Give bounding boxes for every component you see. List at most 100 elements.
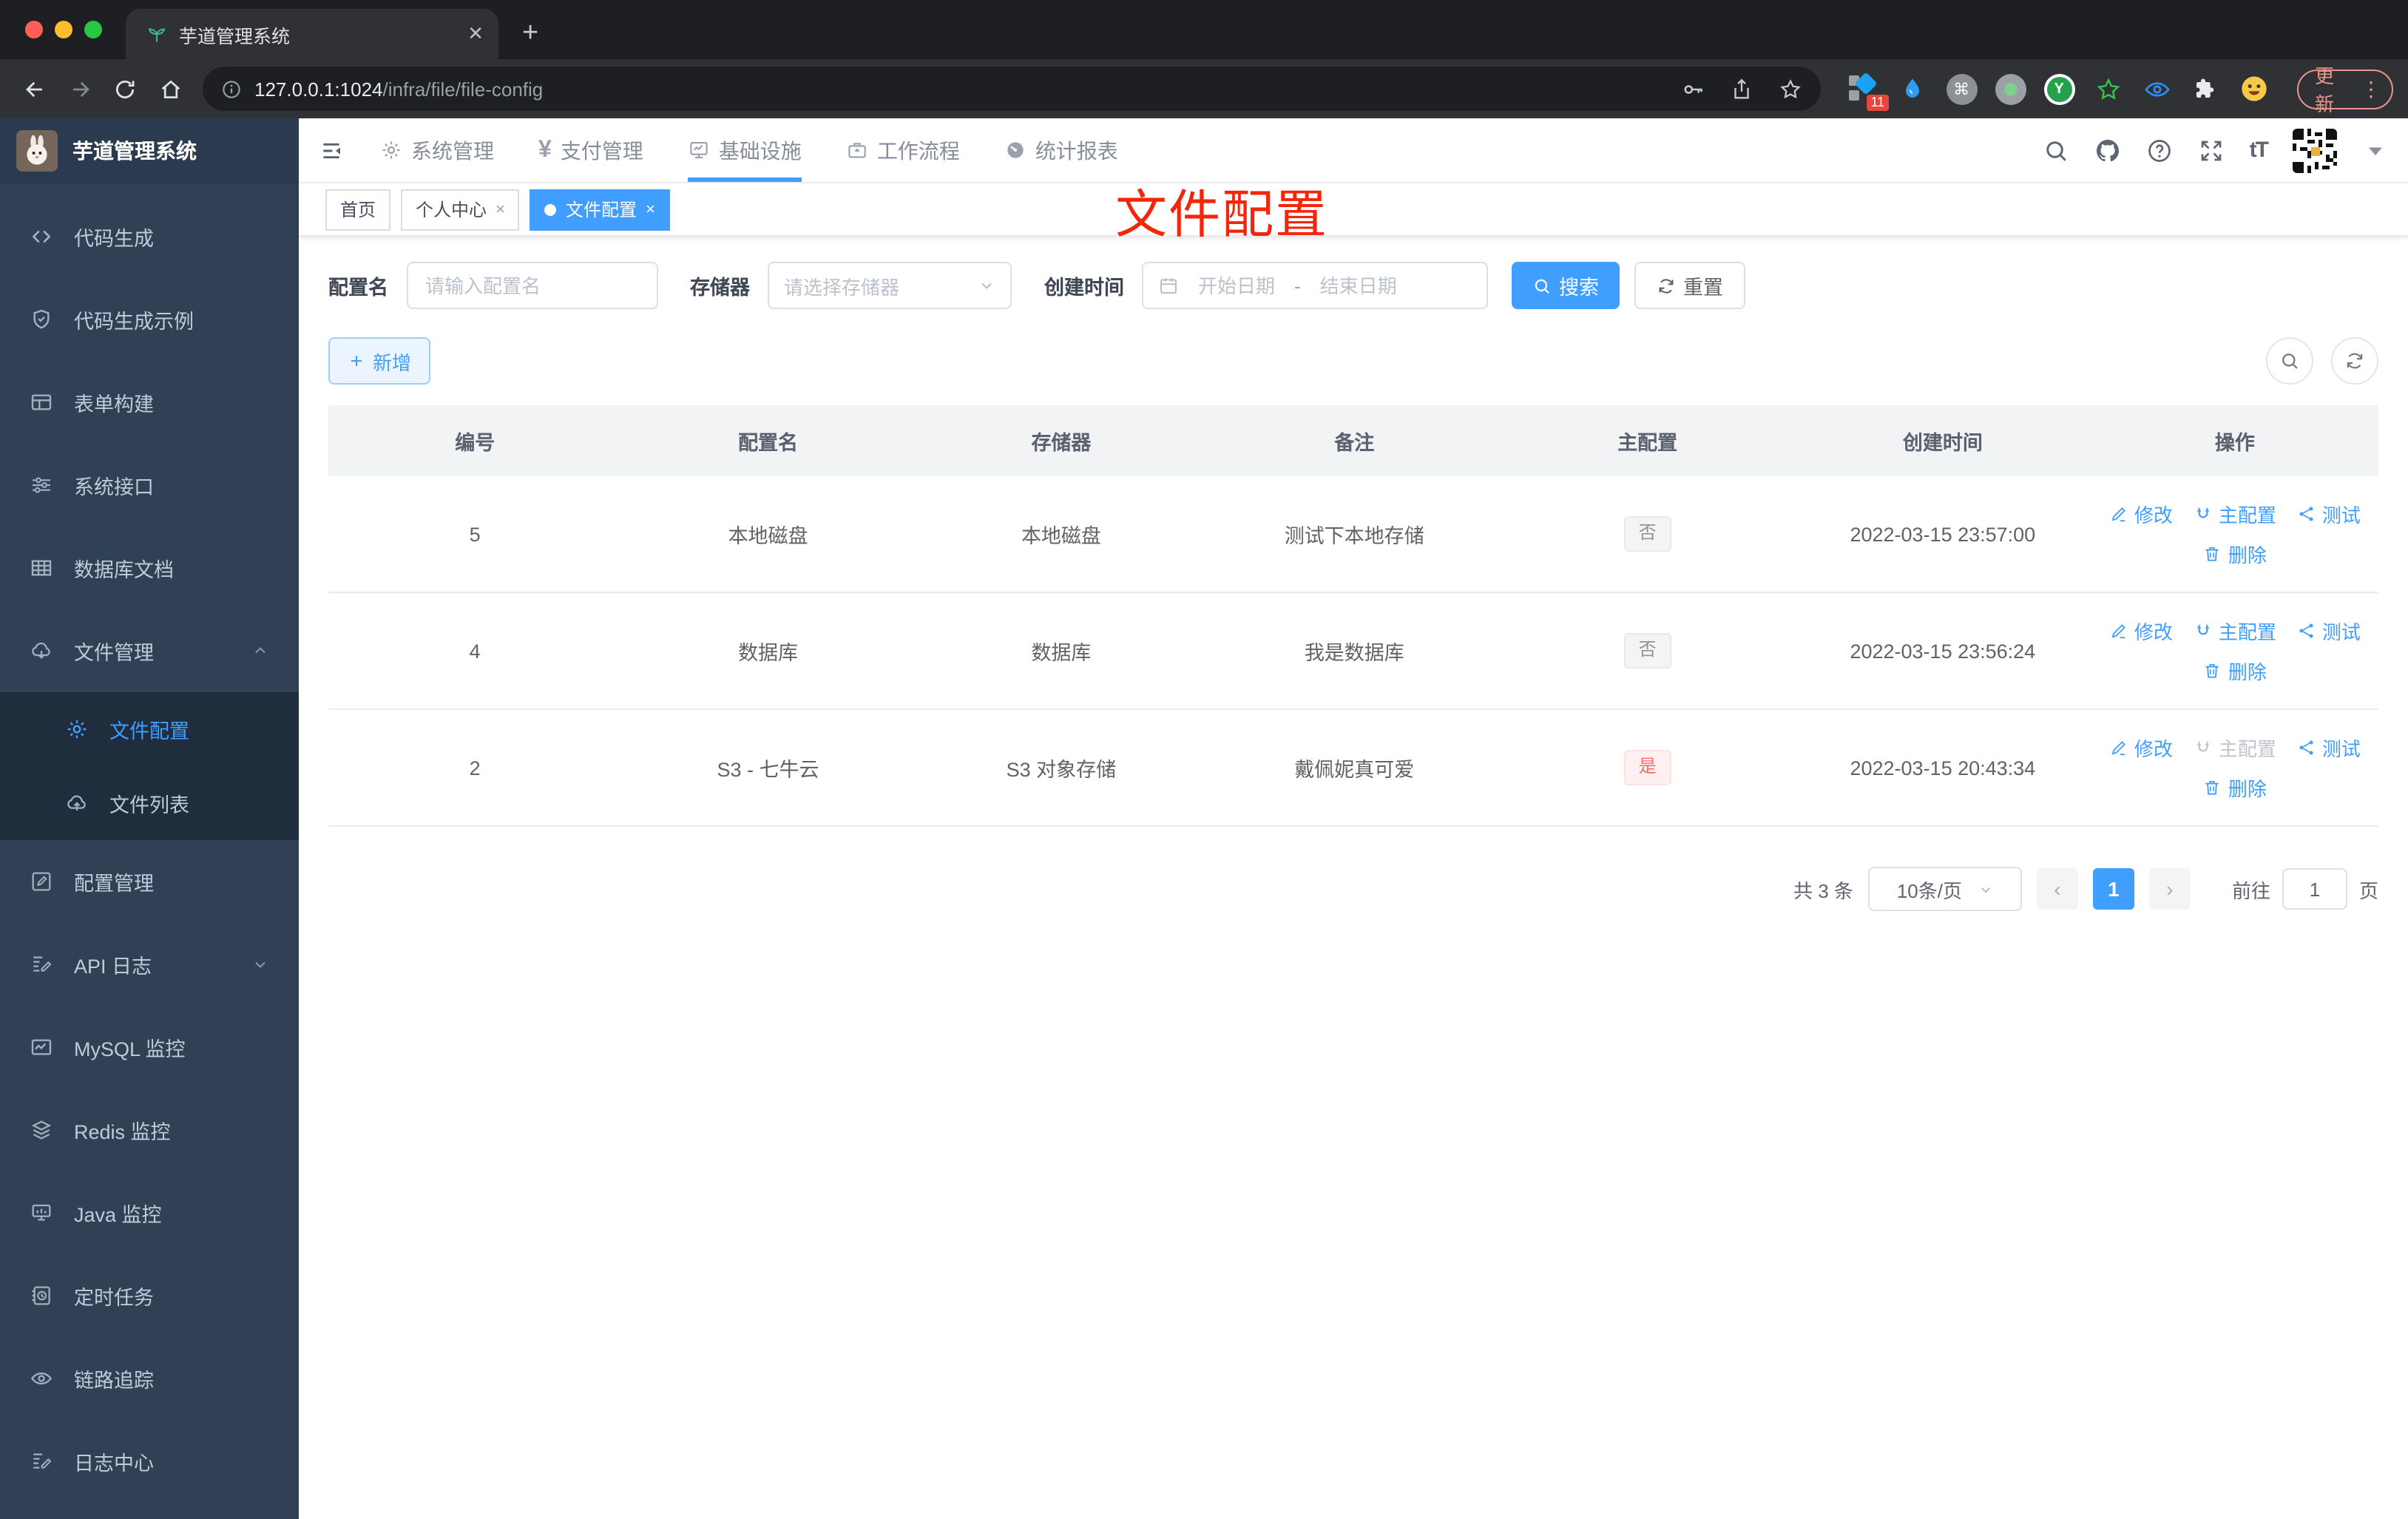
avatar-caret-icon[interactable] [2362, 137, 2389, 163]
col-time: 创建时间 [1793, 405, 2091, 476]
browser-menu-kebab-icon[interactable]: ⋮ [2361, 76, 2381, 101]
start-date-input[interactable] [1188, 273, 1285, 298]
browser-tab[interactable]: 芋道管理系统 ✕ [126, 9, 498, 59]
master-action[interactable]: 主配置 [2194, 500, 2276, 528]
col-actions: 操作 [2091, 405, 2378, 476]
goto-page-input[interactable] [2282, 868, 2347, 910]
extensions-area: 11 ⌘ Y [1847, 72, 2270, 111]
command-extension-icon[interactable]: ⌘ [1945, 72, 1978, 105]
sidebar-collapse-icon[interactable] [319, 138, 343, 162]
address-bar[interactable]: 127.0.0.1:1024/infra/file/file-config [203, 67, 1822, 111]
delete-action[interactable]: 删除 [2203, 774, 2267, 802]
home-button[interactable] [152, 68, 192, 109]
eye-icon [30, 1367, 53, 1390]
y-extension-icon[interactable]: Y [2043, 72, 2075, 105]
create-time-label: 创建时间 [1044, 277, 1124, 299]
close-icon[interactable]: × [496, 200, 505, 218]
nav-item-payment[interactable]: ¥ 支付管理 [516, 118, 666, 182]
tag-profile[interactable]: 个人中心 × [401, 189, 520, 230]
puzzle-extensions-icon[interactable] [2189, 72, 2222, 105]
github-icon[interactable] [2094, 137, 2121, 163]
cloud-download-icon [30, 639, 53, 663]
sidebar-item-code-generation[interactable]: 代码生成 [0, 195, 299, 278]
next-page-button[interactable]: › [2148, 868, 2191, 910]
code-icon [30, 225, 53, 248]
tampermonkey-extension-icon[interactable]: 11 [1847, 72, 1890, 111]
drop-extension-icon[interactable] [1896, 72, 1929, 105]
bookmark-star-icon[interactable] [1778, 76, 1803, 101]
zoom-window-button[interactable] [84, 21, 102, 38]
plus-icon [348, 352, 365, 370]
app-header: 系统管理 ¥ 支付管理 基础设施 工作流程 统计报表 tT [299, 118, 2408, 183]
nav-item-infrastructure[interactable]: 基础设施 [666, 118, 824, 182]
sidebar-item-file-config[interactable]: 文件配置 [0, 692, 299, 766]
emoji-profile-icon[interactable] [2238, 72, 2270, 105]
tag-file-config[interactable]: 文件配置 × [530, 189, 670, 230]
minimize-window-button[interactable] [55, 21, 72, 38]
sidebar-item-java-monitor[interactable]: Java 监控 [0, 1171, 299, 1254]
reset-button[interactable]: 重置 [1634, 262, 1745, 309]
sidebar-item-config-management[interactable]: 配置管理 [0, 840, 299, 923]
table-search-toggle-button[interactable] [2266, 337, 2313, 385]
help-icon[interactable] [2146, 137, 2173, 163]
avatar[interactable] [2293, 128, 2337, 172]
eye-extension-icon[interactable] [2140, 72, 2173, 105]
sidebar-item-code-example[interactable]: 代码生成示例 [0, 278, 299, 361]
sidebar-item-api-log[interactable]: API 日志 [0, 923, 299, 1006]
test-action[interactable]: 测试 [2297, 500, 2361, 528]
end-date-input[interactable] [1309, 273, 1407, 298]
star-extension-icon[interactable] [2091, 72, 2124, 105]
config-name-input[interactable] [422, 273, 641, 298]
back-button[interactable] [15, 68, 55, 109]
current-page-button[interactable]: 1 [2092, 868, 2134, 910]
sidebar-item-redis-monitor[interactable]: Redis 监控 [0, 1089, 299, 1171]
date-range-picker[interactable]: - [1142, 262, 1488, 309]
add-button[interactable]: 新增 [328, 337, 431, 385]
prev-page-button[interactable]: ‹ [2036, 868, 2078, 910]
sidebar-menu: 代码生成 代码生成示例 表单构建 系统接口 数据库文档 文件管理 文件配置 文件… [0, 183, 299, 1519]
master-action[interactable]: 主配置 [2194, 617, 2276, 645]
sidebar-item-mysql-monitor[interactable]: MySQL 监控 [0, 1006, 299, 1089]
page-size-select[interactable]: 10条/页 [1867, 867, 2022, 911]
browser-update-button[interactable]: 更新 ⋮ [2297, 65, 2393, 115]
sidebar-item-log-center[interactable]: 日志中心 [0, 1420, 299, 1503]
delete-action[interactable]: 删除 [2203, 657, 2267, 685]
tab-close-icon[interactable]: ✕ [467, 22, 484, 46]
new-tab-button[interactable]: + [522, 18, 538, 50]
edit-action[interactable]: 修改 [2109, 500, 2173, 528]
nav-item-workflow[interactable]: 工作流程 [824, 118, 982, 182]
sidebar-item-file-management[interactable]: 文件管理 [0, 609, 299, 692]
table-refresh-button[interactable] [2331, 337, 2378, 385]
calendar-icon [1158, 275, 1179, 296]
forward-button[interactable] [61, 68, 101, 109]
table-grid-icon [30, 556, 53, 580]
edit-action[interactable]: 修改 [2109, 734, 2173, 762]
sidebar-item-file-list[interactable]: 文件列表 [0, 766, 299, 840]
nav-item-system[interactable]: 系统管理 [358, 118, 516, 182]
font-size-icon[interactable]: tT [2250, 138, 2269, 163]
chevron-down-icon [978, 277, 995, 294]
sidebar-item-tracing[interactable]: 链路追踪 [0, 1337, 299, 1420]
delete-action[interactable]: 删除 [2203, 540, 2267, 568]
share-icon[interactable] [1729, 76, 1754, 101]
reload-button[interactable] [106, 68, 146, 109]
close-icon[interactable]: × [646, 200, 655, 218]
tag-home[interactable]: 首页 [325, 189, 391, 230]
search-icon[interactable] [2043, 137, 2069, 163]
sidebar-item-form-builder[interactable]: 表单构建 [0, 361, 299, 444]
dot-extension-icon[interactable] [1994, 72, 2026, 105]
sidebar-item-scheduled-tasks[interactable]: 定时任务 [0, 1254, 299, 1337]
test-action[interactable]: 测试 [2297, 617, 2361, 645]
storage-select[interactable]: 请选择存储器 [768, 262, 1012, 309]
password-key-icon[interactable] [1680, 76, 1705, 101]
edit-action[interactable]: 修改 [2109, 617, 2173, 645]
close-window-button[interactable] [25, 21, 43, 38]
search-button[interactable]: 搜索 [1512, 262, 1620, 309]
sidebar-item-db-doc[interactable]: 数据库文档 [0, 527, 299, 609]
site-info-icon[interactable] [220, 78, 243, 100]
doc-edit-icon [30, 1449, 53, 1473]
sidebar-item-system-api[interactable]: 系统接口 [0, 444, 299, 527]
fullscreen-icon[interactable] [2198, 137, 2225, 163]
refresh-icon [1657, 276, 1676, 295]
test-action[interactable]: 测试 [2297, 734, 2361, 762]
